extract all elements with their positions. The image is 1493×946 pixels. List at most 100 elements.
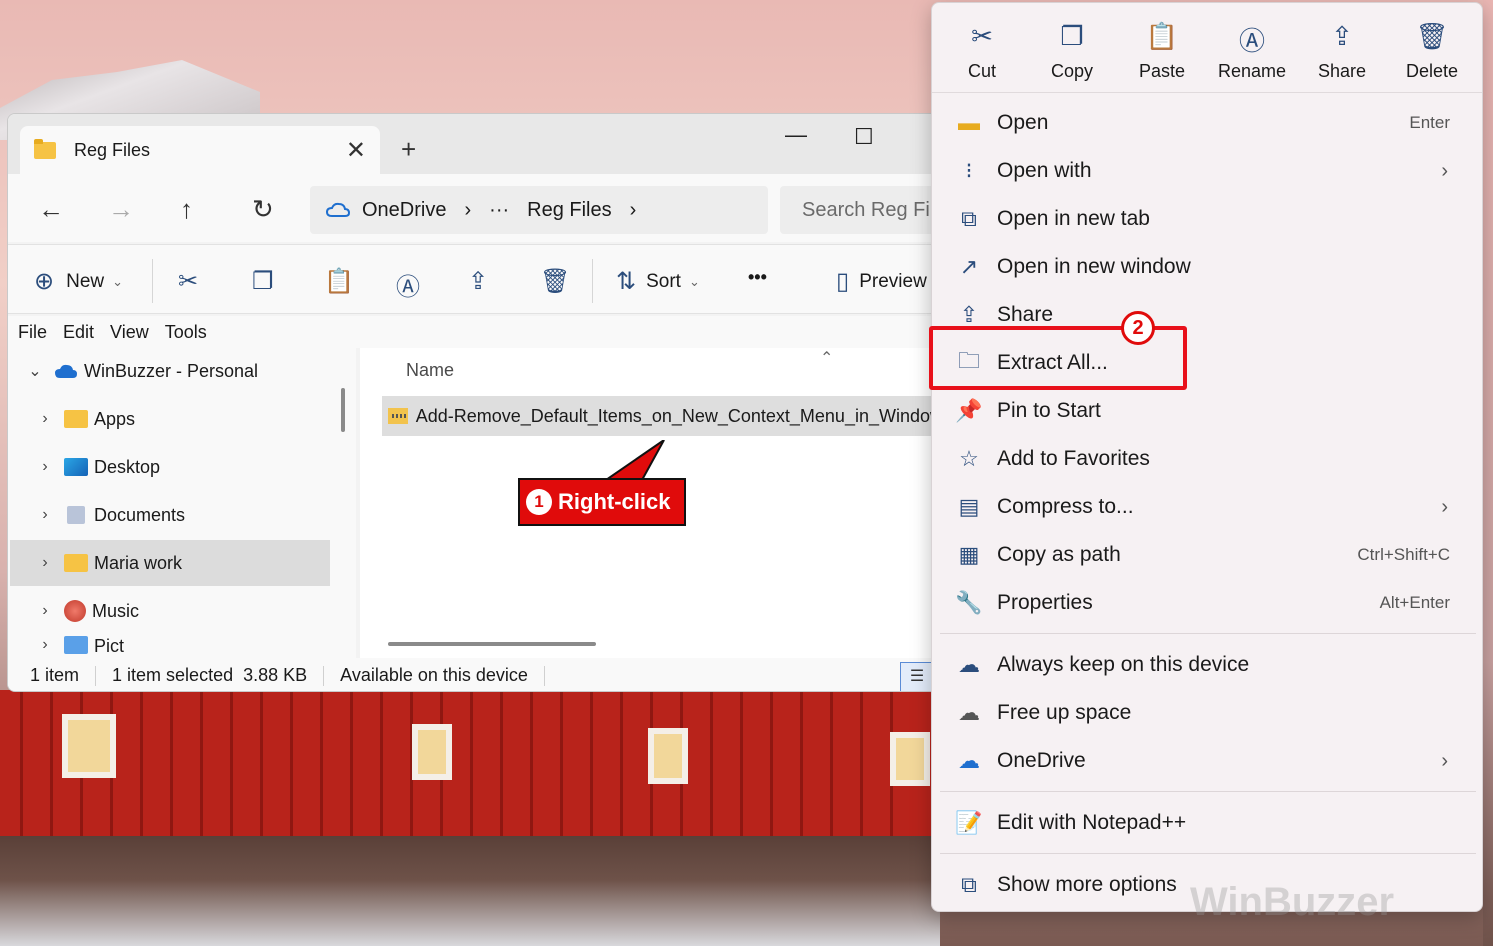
sidebar-item-pictures[interactable]: › Pict (10, 636, 330, 658)
menu-file[interactable]: File (18, 322, 47, 343)
item-label: Properties (997, 591, 1093, 614)
sort-label: Sort (646, 270, 681, 292)
cut-icon[interactable]: ✂ (178, 267, 198, 296)
item-label: Pin to Start (997, 399, 1101, 422)
navigation-bar: ← → ↑ ↻ OneDrive › ··· Reg Files › Searc… (8, 174, 946, 242)
copy-icon[interactable]: ❐ (252, 267, 274, 296)
breadcrumb-ellipsis[interactable]: ··· (489, 199, 509, 222)
sidebar-item-desktop[interactable]: › Desktop (10, 444, 330, 490)
breadcrumb-separator: › (464, 198, 472, 221)
new-tab-button[interactable]: + (401, 134, 416, 165)
rename-icon[interactable]: Ⓐ (396, 267, 420, 302)
sidebar-item-maria-work[interactable]: › Maria work (10, 540, 330, 586)
ctx-open-new-tab[interactable]: ⧉ Open in new tab (944, 195, 1472, 243)
ctx-open-with[interactable]: ⁝ Open with › (944, 147, 1472, 195)
sidebar-item-label: WinBuzzer - Personal (84, 360, 259, 381)
ctx-copy-button[interactable]: ❐ Copy (1032, 21, 1112, 82)
music-icon (64, 600, 86, 622)
breadcrumb-separator: › (629, 198, 637, 221)
sidebar-item-documents[interactable]: › Documents (10, 492, 330, 538)
ctx-copy-as-path[interactable]: ▦ Copy as path Ctrl+Shift+C (944, 531, 1472, 579)
callout-right-click: 1 Right-click (518, 478, 686, 526)
trash-icon[interactable]: 🗑 (540, 267, 570, 296)
chevron-right-icon[interactable]: › (30, 458, 60, 476)
ctx-rename-button[interactable]: Ⓐ Rename (1212, 21, 1292, 82)
ctx-open-new-window[interactable]: ↗ Open in new window (944, 243, 1472, 291)
sidebar-item-music[interactable]: › Music (10, 588, 330, 634)
back-button[interactable]: ← (38, 194, 64, 225)
item-label: Free up space (997, 701, 1132, 724)
ctx-paste-button[interactable]: 📋 Paste (1122, 21, 1202, 82)
details-view-button[interactable]: ☰ (900, 662, 934, 691)
search-input[interactable]: Search Reg Fil (780, 186, 946, 234)
sidebar-scrollbar[interactable] (341, 388, 345, 432)
rename-icon: Ⓐ (1238, 26, 1265, 56)
item-label: Open with (997, 159, 1092, 182)
address-bar[interactable]: OneDrive › ··· Reg Files › (310, 186, 768, 234)
chevron-down-icon[interactable]: ⌄ (20, 361, 50, 381)
preview-button[interactable]: ▯ Preview (836, 267, 927, 296)
new-button[interactable]: ⊕ New ⌄ (34, 267, 123, 296)
copy-path-icon: ▦ (958, 542, 980, 567)
refresh-button[interactable]: ↻ (252, 194, 274, 225)
sort-button[interactable]: ⇅ Sort ⌄ (616, 267, 700, 296)
item-label: Share (997, 303, 1054, 326)
tab-reg-files[interactable]: Reg Files ✕ (20, 126, 380, 174)
preview-label: Preview (859, 270, 927, 292)
notepadpp-icon: 📝 (955, 810, 983, 835)
shortcut-label: Ctrl+Shift+C (1357, 545, 1450, 564)
column-header-name[interactable]: Name (406, 360, 454, 381)
horizontal-scrollbar[interactable] (388, 642, 596, 646)
ctx-open[interactable]: ▬ Open Enter (944, 99, 1472, 147)
breadcrumb-onedrive[interactable]: OneDrive (362, 199, 446, 222)
menu-bar: File Edit View Tools (8, 316, 946, 348)
ctx-add-to-favorites[interactable]: ☆ Add to Favorites (944, 435, 1472, 483)
chevron-right-icon[interactable]: › (30, 506, 60, 524)
ctx-free-up-space[interactable]: ☁ Free up space (944, 689, 1472, 737)
step-number-badge-2: 2 (1121, 311, 1155, 345)
chevron-down-icon: ⌄ (688, 273, 700, 289)
action-label: Delete (1405, 61, 1459, 81)
step-number-badge: 1 (526, 489, 552, 515)
chevron-right-icon[interactable]: › (30, 636, 60, 654)
maximize-button[interactable]: ☐ (854, 124, 874, 150)
ctx-share-button[interactable]: ⇪ Share (1302, 21, 1382, 82)
chevron-right-icon[interactable]: › (30, 410, 60, 428)
ctx-compress-to[interactable]: ▤ Compress to... › (944, 483, 1472, 531)
up-button[interactable]: ↑ (180, 194, 193, 225)
close-tab-icon[interactable]: ✕ (346, 136, 366, 165)
status-bar: 1 item 1 item selected 3.88 KB Available… (8, 658, 946, 691)
tab-title: Reg Files (74, 139, 151, 160)
file-row[interactable]: Add-Remove_Default_Items_on_New_Context_… (382, 396, 946, 436)
title-bar: Reg Files ✕ + — ☐ (8, 114, 946, 174)
ctx-properties[interactable]: 🔧 Properties Alt+Enter (944, 579, 1472, 627)
menu-edit[interactable]: Edit (63, 322, 94, 343)
new-window-icon: ↗ (959, 254, 979, 279)
chevron-right-icon: › (1441, 749, 1448, 772)
menu-view[interactable]: View (110, 322, 149, 343)
ctx-cut-button[interactable]: ✂ Cut (942, 21, 1022, 82)
paste-icon: 📋 (1145, 21, 1179, 51)
forward-button[interactable]: → (108, 194, 134, 225)
chevron-right-icon[interactable]: › (30, 602, 60, 620)
ctx-edit-notepadpp[interactable]: 📝 Edit with Notepad++ (944, 799, 1472, 847)
minimize-button[interactable]: — (785, 122, 807, 148)
paste-icon[interactable]: 📋 (324, 267, 354, 296)
breadcrumb-reg-files[interactable]: Reg Files (527, 199, 611, 222)
zip-folder-icon (388, 408, 408, 424)
ctx-always-keep[interactable]: ☁ Always keep on this device (944, 641, 1472, 689)
more-options-icon[interactable]: ••• (748, 267, 767, 288)
chevron-right-icon[interactable]: › (30, 554, 60, 572)
ctx-pin-to-start[interactable]: 📌 Pin to Start (944, 387, 1472, 435)
sidebar-item-apps[interactable]: › Apps (10, 396, 330, 442)
status-size: 3.88 KB (243, 665, 308, 685)
ctx-onedrive[interactable]: ☁ OneDrive › (944, 737, 1472, 785)
cloud-icon: ☁ (958, 700, 980, 725)
menu-tools[interactable]: Tools (165, 322, 207, 343)
share-icon[interactable]: ⇪ (468, 267, 488, 296)
cloud-sync-icon: ☁ (958, 652, 980, 677)
documents-icon (67, 506, 85, 524)
item-label: Edit with Notepad++ (997, 811, 1187, 834)
sidebar-item-winbuzzer-personal[interactable]: ⌄ WinBuzzer - Personal (10, 348, 330, 394)
ctx-delete-button[interactable]: 🗑 Delete (1392, 21, 1472, 82)
